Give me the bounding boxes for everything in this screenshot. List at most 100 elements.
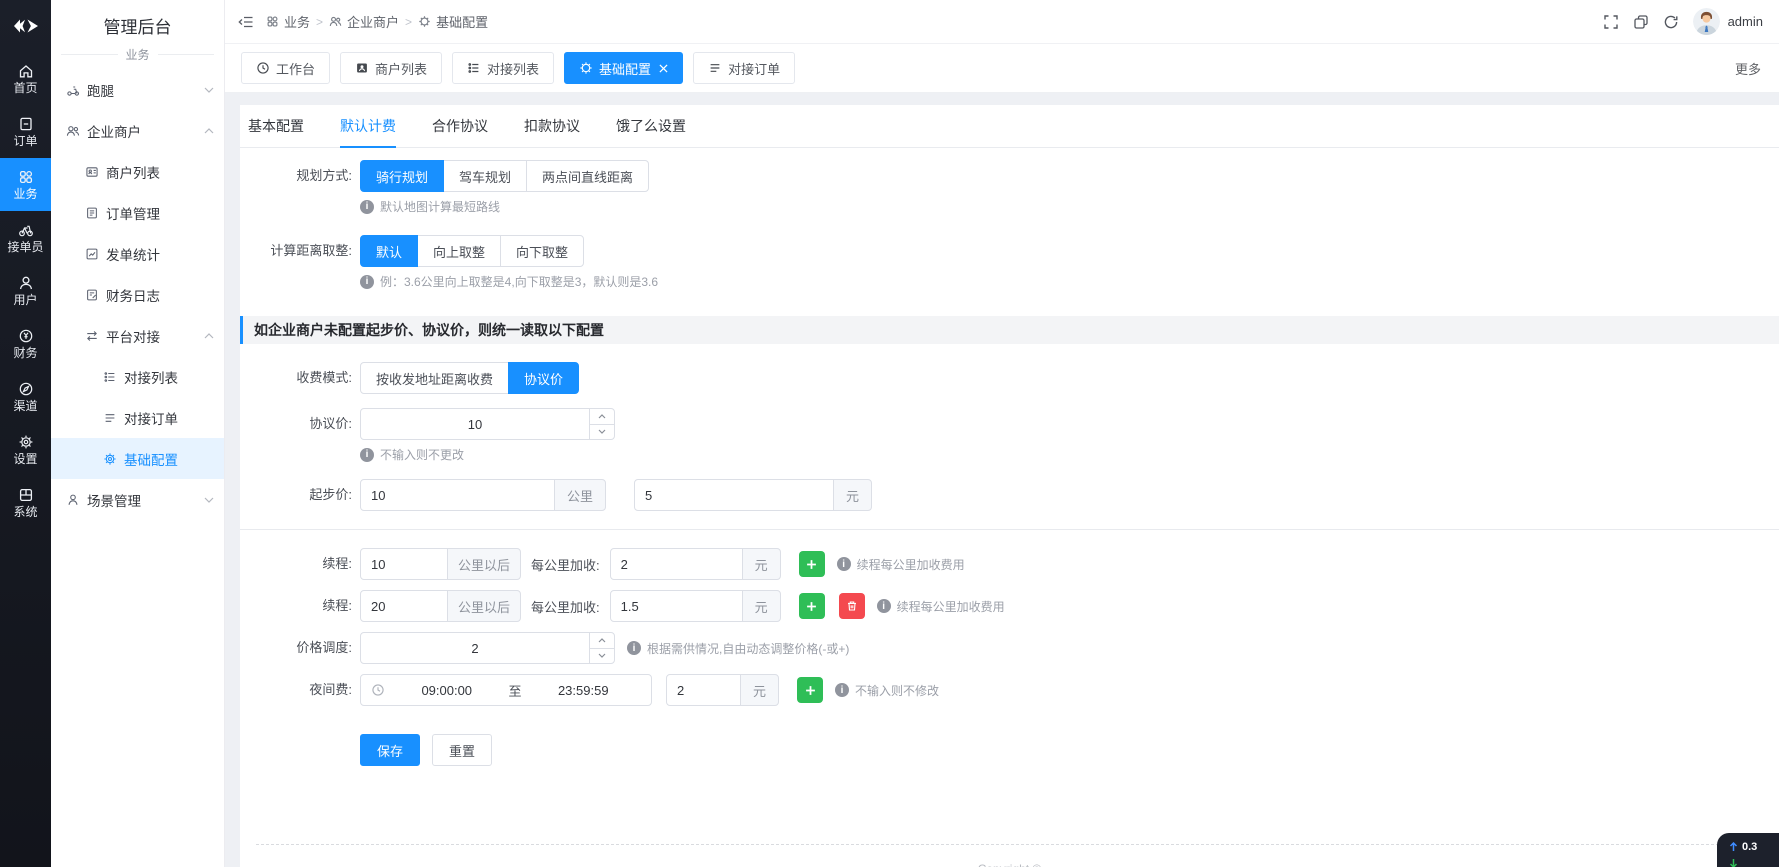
plan-option-driving[interactable]: 驾车规划 bbox=[443, 160, 527, 192]
add-night-fee-button[interactable] bbox=[797, 677, 823, 703]
sidebar-item-platform-connect[interactable]: 平台对接 bbox=[51, 315, 224, 356]
tab-connect-list[interactable]: 对接列表 bbox=[452, 52, 554, 84]
tab-basic-settings[interactable]: 基本配置 bbox=[248, 105, 304, 147]
tab-basic-config[interactable]: 基础配置 bbox=[564, 52, 683, 84]
tab-workbench[interactable]: 工作台 bbox=[241, 52, 330, 84]
tabs-more-button[interactable]: 更多 bbox=[1735, 59, 1763, 78]
rail-item-home[interactable]: 首页 bbox=[0, 52, 51, 105]
renew-price-input[interactable] bbox=[610, 548, 743, 580]
rounding-option-default[interactable]: 默认 bbox=[360, 235, 418, 267]
renew-help: 续程每公里加收费用 bbox=[877, 598, 1005, 615]
rounding-label: 计算距离取整: bbox=[240, 235, 352, 267]
sidebar-item-basic-config[interactable]: 基础配置 bbox=[51, 438, 224, 479]
plan-option-straight-line[interactable]: 两点间直线距离 bbox=[526, 160, 649, 192]
sidebar-item-merchant-list[interactable]: 商户列表 bbox=[51, 151, 224, 192]
stepper-up-icon[interactable] bbox=[590, 409, 614, 424]
chevron-down-icon bbox=[204, 87, 214, 93]
renew-distance-input[interactable] bbox=[360, 548, 448, 580]
refresh-icon[interactable] bbox=[1663, 14, 1679, 30]
network-speed-badge[interactable]: 0.3 bbox=[1717, 833, 1779, 867]
sidebar-item-connect-orders[interactable]: 对接订单 bbox=[51, 397, 224, 438]
tab-default-billing[interactable]: 默认计费 bbox=[340, 105, 396, 147]
night-end-time[interactable]: 23:59:59 bbox=[526, 683, 642, 698]
app-window: 首页 订单 业务 接单员 用户 财务 渠道 设置 bbox=[0, 0, 1779, 867]
theme-skin-icon[interactable] bbox=[1633, 14, 1649, 30]
stepper-down-icon[interactable] bbox=[590, 424, 614, 440]
reset-button[interactable]: 重置 bbox=[432, 734, 492, 766]
rounding-option-up[interactable]: 向上取整 bbox=[417, 235, 501, 267]
merchant-card-icon bbox=[85, 165, 99, 179]
primary-nav-rail: 首页 订单 业务 接单员 用户 财务 渠道 设置 bbox=[0, 0, 51, 867]
tab-cooperation-agreement[interactable]: 合作协议 bbox=[432, 105, 488, 147]
agreement-price-input[interactable] bbox=[360, 408, 590, 440]
rounding-option-down[interactable]: 向下取整 bbox=[500, 235, 584, 267]
night-start-time[interactable]: 09:00:00 bbox=[389, 683, 505, 698]
renew-price-unit: 元 bbox=[742, 590, 781, 622]
rail-item-finance[interactable]: 财务 bbox=[0, 317, 51, 370]
agreement-price-row: 协议价: bbox=[240, 408, 1779, 440]
add-renew-button[interactable] bbox=[799, 593, 825, 619]
divider-dashed bbox=[256, 844, 1779, 845]
tab-connect-orders[interactable]: 对接订单 bbox=[693, 52, 795, 84]
charge-mode-options: 按收发地址距离收费 协议价 bbox=[360, 362, 579, 394]
sidebar-item-enterprise-merchant[interactable]: 企业商户 bbox=[51, 110, 224, 151]
trash-icon bbox=[846, 600, 858, 612]
renew-distance-input[interactable] bbox=[360, 590, 448, 622]
add-renew-button[interactable] bbox=[799, 551, 825, 577]
charge-option-by-distance[interactable]: 按收发地址距离收费 bbox=[360, 362, 509, 394]
sidebar-item-scene-management[interactable]: 场景管理 bbox=[51, 479, 224, 520]
save-button[interactable]: 保存 bbox=[360, 734, 420, 766]
stepper-down-icon[interactable] bbox=[590, 648, 614, 664]
sidebar-item-finance-log[interactable]: 财务日志 bbox=[51, 274, 224, 315]
fullscreen-icon[interactable] bbox=[1603, 14, 1619, 30]
stepper-up-icon[interactable] bbox=[590, 633, 614, 648]
charge-option-agreement-price[interactable]: 协议价 bbox=[508, 362, 579, 394]
sidebar-item-connect-list[interactable]: 对接列表 bbox=[51, 356, 224, 397]
rail-item-orders[interactable]: 订单 bbox=[0, 105, 51, 158]
app-logo-icon[interactable] bbox=[0, 0, 51, 52]
user-avatar[interactable] bbox=[1693, 8, 1720, 35]
agreement-price-stepper bbox=[589, 408, 615, 440]
night-fee-unit: 元 bbox=[740, 674, 779, 706]
delete-renew-button[interactable] bbox=[839, 593, 865, 619]
plan-option-riding[interactable]: 骑行规划 bbox=[360, 160, 444, 192]
breadcrumb-basic-config[interactable]: 基础配置 bbox=[418, 12, 488, 31]
chevron-up-icon bbox=[204, 128, 214, 134]
tab-merchant-list[interactable]: 商户列表 bbox=[340, 52, 442, 84]
tab-eleme-settings[interactable]: 饿了么设置 bbox=[616, 105, 686, 147]
rail-item-system[interactable]: 系统 bbox=[0, 476, 51, 529]
rail-item-users[interactable]: 用户 bbox=[0, 264, 51, 317]
sidebar-item-dispatch-stats[interactable]: 发单统计 bbox=[51, 233, 224, 274]
renew-label: 续程: bbox=[240, 548, 352, 580]
rail-item-courier[interactable]: 接单员 bbox=[0, 211, 51, 264]
base-distance-unit: 公里 bbox=[554, 479, 606, 511]
per-km-label: 每公里加收: bbox=[531, 597, 600, 616]
sidebar-fold-icon[interactable] bbox=[237, 14, 254, 30]
username[interactable]: admin bbox=[1728, 14, 1763, 29]
tab-deduction-agreement[interactable]: 扣款协议 bbox=[524, 105, 580, 147]
price-adjust-input[interactable] bbox=[360, 632, 590, 664]
sidebar-item-order-management[interactable]: 订单管理 bbox=[51, 192, 224, 233]
price-adjust-help: 根据需供情况,自由动态调整价格(-或+) bbox=[627, 640, 849, 657]
base-price-input[interactable] bbox=[634, 479, 834, 511]
renew-price-input[interactable] bbox=[610, 590, 743, 622]
night-time-range-picker[interactable]: 09:00:00 至 23:59:59 bbox=[360, 674, 652, 706]
open-tabs-bar: 工作台 商户列表 对接列表 基础配置 对接订单 更多 bbox=[225, 44, 1779, 93]
night-fee-input[interactable] bbox=[666, 674, 741, 706]
renew-distance-suffix: 公里以后 bbox=[447, 548, 521, 580]
breadcrumb-enterprise-merchant[interactable]: 企业商户 bbox=[329, 12, 399, 31]
base-distance-input[interactable] bbox=[360, 479, 555, 511]
rail-item-channel[interactable]: 渠道 bbox=[0, 370, 51, 423]
system-icon bbox=[18, 487, 34, 503]
rail-item-settings[interactable]: 设置 bbox=[0, 423, 51, 476]
close-icon[interactable] bbox=[659, 64, 668, 73]
renew-price-unit: 元 bbox=[742, 548, 781, 580]
info-icon bbox=[360, 275, 374, 289]
info-icon bbox=[837, 557, 851, 571]
breadcrumb-business[interactable]: 业务 bbox=[266, 12, 310, 31]
rail-item-business[interactable]: 业务 bbox=[0, 158, 51, 211]
upload-speed: 0.3 bbox=[1742, 841, 1757, 853]
sidebar-item-errand[interactable]: 跑腿 bbox=[51, 69, 224, 110]
list-icon bbox=[467, 61, 481, 75]
info-icon bbox=[627, 641, 641, 655]
